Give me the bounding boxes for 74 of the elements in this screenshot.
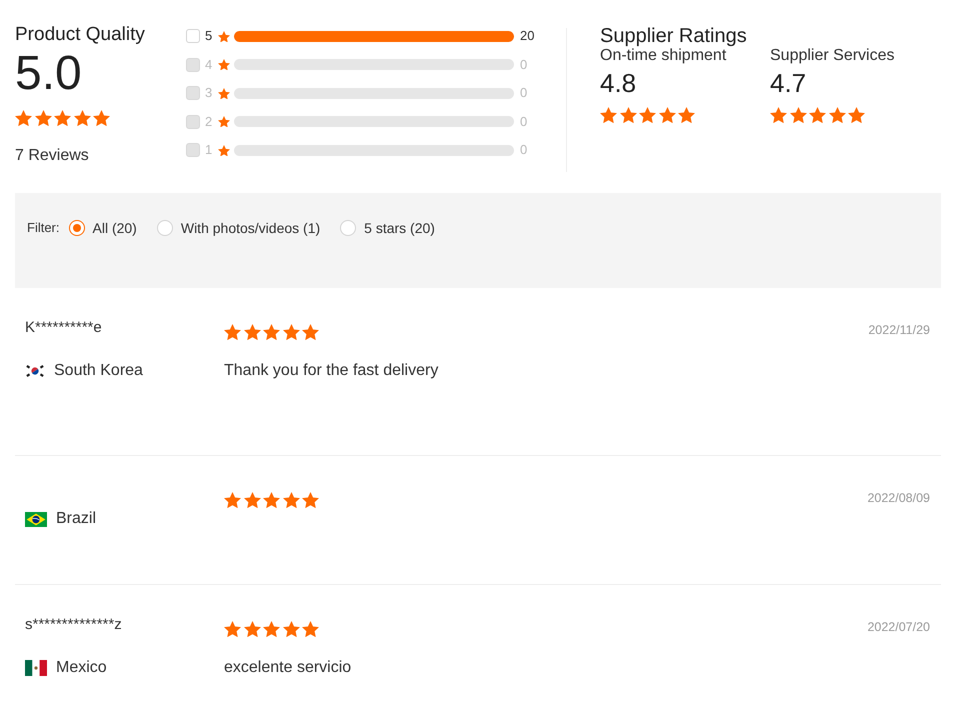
filter-option[interactable]: 5 stars (20) — [340, 219, 435, 237]
star-icon — [244, 324, 260, 340]
review-count: 7 Reviews — [15, 147, 89, 166]
star-icon — [218, 144, 230, 156]
star-icon — [263, 621, 280, 638]
metric-label: Supplier Services — [770, 47, 894, 65]
star-icon — [790, 107, 806, 124]
metric-score: 4.8 — [600, 68, 636, 98]
rating-level-label: 4 — [205, 56, 213, 73]
rating-count: 0 — [520, 142, 528, 158]
rating-level-label: 2 — [205, 114, 213, 130]
reviewer-country: Mexico — [56, 658, 107, 678]
rating-count: 20 — [520, 28, 534, 44]
star-icon — [263, 324, 280, 340]
star-icon — [658, 107, 676, 124]
filter-label: Filter: — [27, 219, 60, 237]
star-icon — [54, 110, 71, 126]
star-icon — [282, 621, 300, 638]
radio-button[interactable] — [156, 220, 173, 236]
flag-icon — [25, 512, 47, 527]
star-icon — [600, 107, 617, 124]
star-icon — [639, 107, 656, 124]
star-icon — [224, 324, 241, 340]
star-icon — [263, 492, 280, 508]
reviewer-country: Brazil — [56, 509, 96, 530]
review-text: excelente servicio — [224, 658, 352, 678]
star-icon — [302, 324, 319, 340]
metric-label: On-time shipment — [600, 47, 726, 65]
rating-count: 0 — [520, 85, 528, 102]
star-icon — [282, 492, 300, 508]
reviewer-country: South Korea — [54, 361, 143, 381]
rating-count: 0 — [520, 114, 528, 130]
star-icon — [282, 324, 300, 340]
star-icon — [828, 107, 846, 124]
checkbox[interactable] — [186, 29, 200, 44]
review-date: 2022/07/20 — [867, 619, 930, 636]
star-icon — [218, 30, 230, 42]
star-icon — [224, 621, 241, 638]
star-icon — [809, 107, 826, 124]
metric-score: 4.7 — [770, 68, 806, 98]
star-icon — [93, 110, 110, 126]
flag-icon — [25, 364, 45, 378]
star-icon — [620, 107, 636, 124]
star-icon — [770, 107, 787, 124]
filter-option[interactable]: With photos/videos (1) — [156, 219, 320, 237]
rating-level-label: 3 — [205, 85, 213, 102]
rating-level-label: 1 — [205, 142, 213, 158]
star-icon — [678, 107, 695, 124]
star-icon — [218, 59, 230, 70]
star-icon — [34, 110, 52, 126]
rating-count: 0 — [520, 56, 528, 73]
star-icon — [302, 621, 319, 638]
review-text: Thank you for the fast delivery — [224, 361, 438, 382]
star-icon — [244, 621, 260, 638]
section-title: Supplier Ratings — [600, 25, 747, 47]
radio-button[interactable] — [68, 220, 84, 236]
star-icon — [74, 110, 90, 126]
section-title: Product Quality — [15, 24, 145, 46]
review-date: 2022/11/29 — [868, 322, 930, 338]
star-icon — [218, 88, 230, 99]
flag-icon — [25, 660, 47, 676]
star-icon — [302, 492, 319, 508]
star-icon — [848, 107, 865, 124]
star-icon — [15, 110, 32, 126]
reviewer-name: s**************z — [25, 615, 122, 636]
radio-button[interactable] — [340, 220, 356, 236]
star-icon — [224, 492, 241, 508]
rating-level-label: 5 — [205, 28, 213, 44]
average-score: 5.0 — [15, 49, 82, 99]
review-date: 2022/08/09 — [867, 490, 930, 506]
star-icon — [244, 492, 260, 508]
reviewer-name: K**********e — [25, 318, 102, 338]
star-icon — [218, 116, 230, 128]
filter-option[interactable]: All (20) — [68, 219, 137, 237]
